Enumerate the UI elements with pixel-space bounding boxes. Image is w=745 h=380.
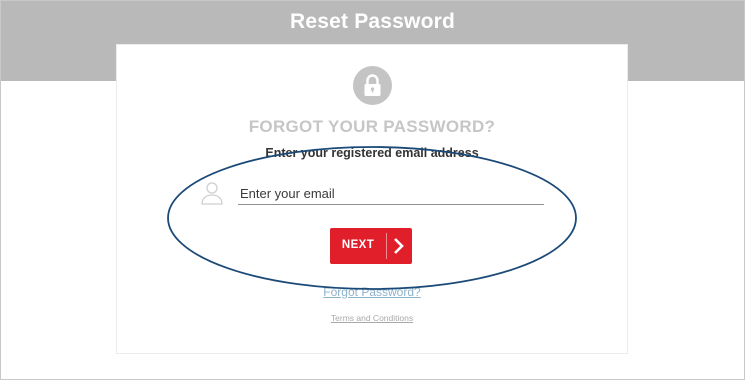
email-field[interactable] <box>238 183 544 205</box>
user-icon <box>200 180 224 211</box>
next-button-label: NEXT <box>341 239 375 251</box>
page-title: Reset Password <box>289 10 456 33</box>
terms-and-conditions-link[interactable]: Terms and Conditions <box>116 313 628 323</box>
forgot-password-link[interactable]: Forgot Password? <box>116 285 628 299</box>
forgot-password-heading: FORGOT YOUR PASSWORD? <box>248 117 496 136</box>
button-divider <box>386 233 387 259</box>
lock-icon <box>353 66 392 105</box>
next-button[interactable]: NEXT <box>330 228 412 264</box>
chevron-right-icon <box>392 237 406 258</box>
instruction-text: Enter your registered email address <box>265 146 479 160</box>
